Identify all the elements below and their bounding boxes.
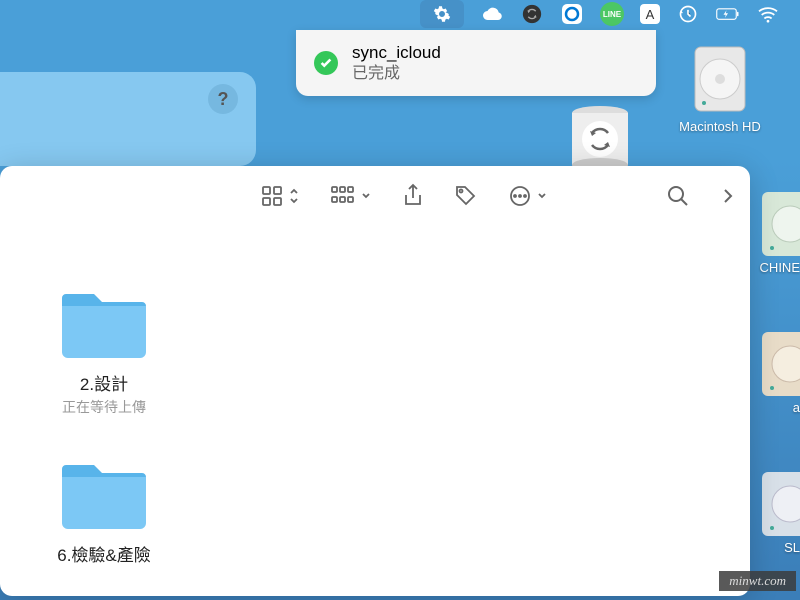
battery-icon[interactable]	[716, 2, 740, 26]
success-check-icon	[314, 51, 338, 75]
gear-icon[interactable]	[420, 0, 464, 28]
cloud-icon[interactable]	[480, 2, 504, 26]
notification-text: sync_icloud 已完成	[352, 42, 638, 85]
finder-window: 2.設計 正在等待上傳 6.檢驗&產險	[0, 166, 750, 596]
desktop-drive-macintosh[interactable]: Macintosh HD	[670, 45, 770, 134]
sync-circle-icon[interactable]	[520, 2, 544, 26]
desktop-drive-sl[interactable]: SL	[762, 470, 800, 570]
help-button[interactable]: ?	[208, 84, 238, 114]
menubar: LINE A	[0, 0, 800, 28]
notification-title: sync_icloud	[352, 42, 638, 64]
timemachine-icon[interactable]	[676, 2, 700, 26]
line-icon[interactable]: LINE	[600, 2, 624, 26]
watermark: minwt.com	[719, 571, 796, 591]
finder-toolbar	[0, 166, 750, 226]
action-button[interactable]	[508, 184, 548, 208]
finder-content: 2.設計 正在等待上傳 6.檢驗&產險	[0, 226, 750, 566]
search-button[interactable]	[666, 184, 690, 208]
help-panel: ?	[0, 72, 256, 166]
folder-status: 正在等待上傳	[62, 397, 146, 417]
notification-popup[interactable]: sync_icloud 已完成	[296, 30, 656, 96]
notification-subtitle: 已完成	[352, 64, 638, 85]
folder-icon	[56, 286, 152, 362]
desktop-label: SL	[784, 540, 800, 555]
desktop-label: Macintosh HD	[679, 119, 761, 134]
view-icon-button[interactable]	[260, 184, 300, 208]
input-method-icon[interactable]: A	[640, 4, 660, 24]
wifi-icon[interactable]	[756, 2, 780, 26]
folder-name: 6.檢驗&產險	[57, 541, 151, 566]
share-button[interactable]	[402, 183, 424, 209]
folder-item[interactable]: 6.檢驗&產險	[34, 457, 174, 566]
folder-item[interactable]: 2.設計 正在等待上傳	[34, 286, 174, 417]
group-button[interactable]	[330, 184, 372, 208]
folder-name: 2.設計	[80, 370, 128, 395]
desktop-label: a	[793, 400, 800, 415]
folder-icon	[56, 457, 152, 533]
expand-toolbar-button[interactable]	[720, 184, 736, 208]
tag-button[interactable]	[454, 184, 478, 208]
desktop-drive-a[interactable]: a	[762, 330, 800, 430]
onedrive-icon[interactable]	[560, 2, 584, 26]
desktop-drive-chine[interactable]: CHINE	[762, 190, 800, 290]
desktop-label: CHINE	[760, 260, 800, 275]
